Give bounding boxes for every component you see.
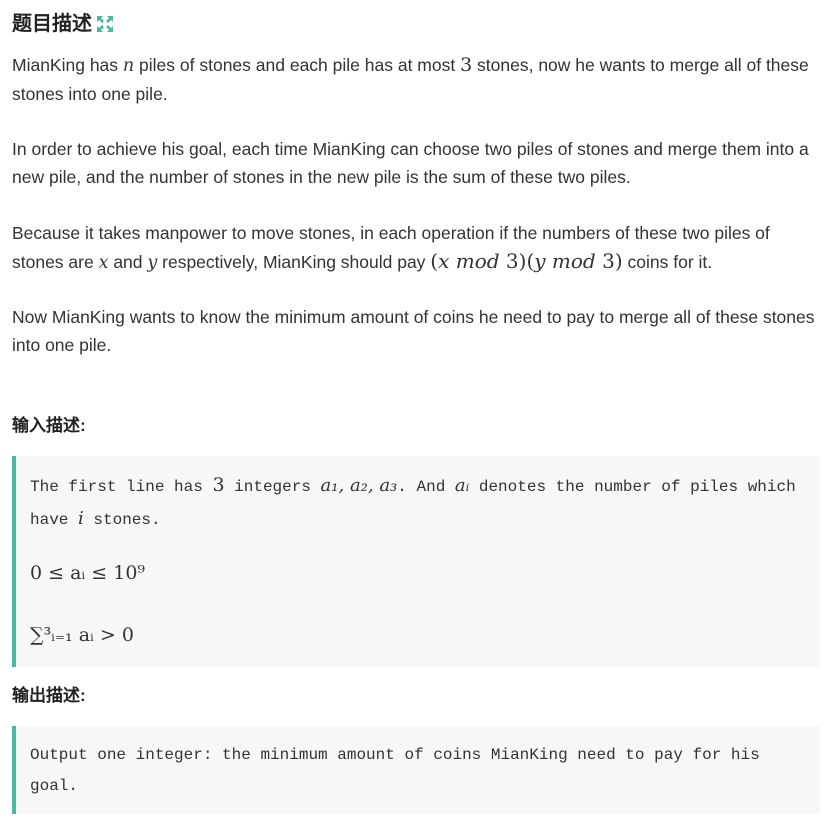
output-title: 输出描述: [12,686,86,705]
input-description-box: The first line has 3 integers a₁, a₂, a₃… [12,456,820,667]
output-description-box: Output one integer: the minimum amount o… [12,726,820,814]
constraint-range: 0 ≤ aᵢ ≤ 10⁹ [30,562,146,584]
description-paragraph-4: Now MianKing wants to know the minimum a… [12,307,815,355]
input-title: 输入描述: [12,416,86,435]
expand-icon[interactable] [96,15,114,33]
description-paragraph-3: Because it takes manpower to move stones… [12,223,770,273]
input-text: The first line has 3 integers a₁, a₂, a₃… [30,474,796,529]
output-text: Output one integer: the minimum amount o… [30,746,760,795]
description-title-row: 题目描述 [12,10,114,38]
description-paragraph-2: In order to achieve his goal, each time … [12,139,809,187]
description-title: 题目描述 [12,13,92,35]
description-paragraph-1: MianKing has n piles of stones and each … [12,54,809,104]
constraint-sum: ∑³ᵢ₌₁ aᵢ > 0 [30,624,134,646]
